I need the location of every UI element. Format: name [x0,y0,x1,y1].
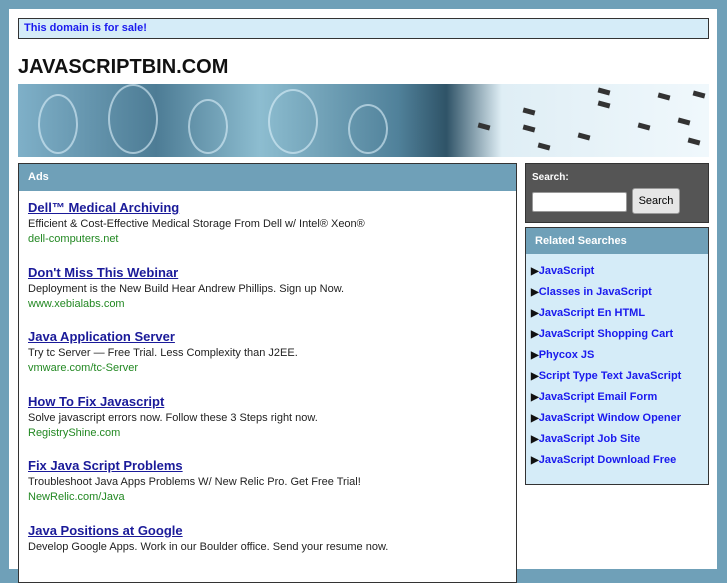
related-search-link[interactable]: JavaScript Shopping Cart [539,328,673,340]
related-search-item[interactable]: ▶JavaScript Job Site [531,433,708,454]
ad-item: Fix Java Script Problems Troubleshoot Ja… [28,458,361,503]
ad-item: Dell™ Medical Archiving Efficient & Cost… [28,200,365,245]
related-search-link[interactable]: JavaScript Job Site [539,433,641,445]
related-search-item[interactable]: ▶JavaScript [531,265,708,286]
related-search-link[interactable]: Classes in JavaScript [539,286,652,298]
ad-description: Develop Google Apps. Work in our Boulder… [28,540,389,553]
ad-url[interactable]: www.xebialabs.com [28,298,344,310]
ad-title-link[interactable]: Java Application Server [28,329,298,344]
ad-item: Don't Miss This Webinar Deployment is th… [28,265,344,310]
related-searches-header: Related Searches [526,228,708,254]
related-search-link[interactable]: JavaScript En HTML [539,307,645,319]
ads-panel: Ads Dell™ Medical Archiving Efficient & … [18,163,517,583]
ad-title-link[interactable]: How To Fix Javascript [28,394,318,409]
related-search-link[interactable]: JavaScript [539,265,595,277]
related-search-item[interactable]: ▶JavaScript Window Opener [531,412,708,433]
arrow-right-icon: ▶ [531,287,539,298]
ad-title-link[interactable]: Don't Miss This Webinar [28,265,344,280]
arrow-right-icon: ▶ [531,434,539,445]
related-search-item[interactable]: ▶JavaScript Email Form [531,391,708,412]
related-search-link[interactable]: JavaScript Email Form [539,391,658,403]
related-search-link[interactable]: Phycox JS [539,349,595,361]
related-search-link[interactable]: JavaScript Download Free [539,454,677,466]
arrow-right-icon: ▶ [531,455,539,466]
related-search-link[interactable]: Script Type Text JavaScript [539,370,682,382]
ad-description: Troubleshoot Java Apps Problems W/ New R… [28,476,361,488]
related-search-item[interactable]: ▶Script Type Text JavaScript [531,370,708,391]
ad-title-link[interactable]: Dell™ Medical Archiving [28,200,365,215]
related-search-item[interactable]: ▶Classes in JavaScript [531,286,708,307]
ads-header: Ads [19,164,516,191]
ad-description: Solve javascript errors now. Follow thes… [28,411,318,424]
related-search-item[interactable]: ▶Phycox JS [531,349,708,370]
ad-item: How To Fix Javascript Solve javascript e… [28,394,318,439]
search-button[interactable]: Search [632,188,680,214]
search-input[interactable] [532,192,627,212]
related-search-item[interactable]: ▶JavaScript En HTML [531,307,708,328]
arrow-right-icon: ▶ [531,371,539,382]
site-title: JAVASCRIPTBIN.COM [18,56,229,78]
related-search-item[interactable]: ▶JavaScript Download Free [531,454,708,475]
arrow-right-icon: ▶ [531,329,539,340]
header-banner-image [18,84,709,157]
ad-url[interactable]: dell-computers.net [28,233,365,245]
ad-description: Deployment is the New Build Hear Andrew … [28,282,345,295]
related-search-link[interactable]: JavaScript Window Opener [539,412,681,424]
ad-url[interactable]: vmware.com/tc-Server [28,362,298,374]
related-search-item[interactable]: ▶JavaScript Shopping Cart [531,328,708,349]
ad-url[interactable]: RegistryShine.com [28,427,318,439]
search-panel: Search: Search [525,163,709,223]
ad-title-link[interactable]: Java Positions at Google [28,523,388,538]
ad-url[interactable]: NewRelic.com/Java [28,491,361,503]
arrow-right-icon: ▶ [531,266,539,277]
arrow-right-icon: ▶ [531,413,539,424]
ad-item: Java Positions at Google Develop Google … [28,523,388,556]
search-label: Search: [532,172,569,183]
arrow-right-icon: ▶ [531,350,539,361]
related-searches-panel: Related Searches ▶JavaScript ▶Classes in … [525,227,709,485]
arrow-right-icon: ▶ [531,392,539,403]
arrow-right-icon: ▶ [531,308,539,319]
ad-item: Java Application Server Try tc Server — … [28,329,298,374]
ad-description: Efficient & Cost-Effective Medical Stora… [28,218,365,230]
domain-sale-notice[interactable]: This domain is for sale! [18,18,709,39]
ad-description: Try tc Server — Free Trial. Less Complex… [28,347,298,359]
ad-title-link[interactable]: Fix Java Script Problems [28,458,361,473]
page-container: This domain is for sale! JAVASCRIPTBIN.C… [9,9,717,583]
